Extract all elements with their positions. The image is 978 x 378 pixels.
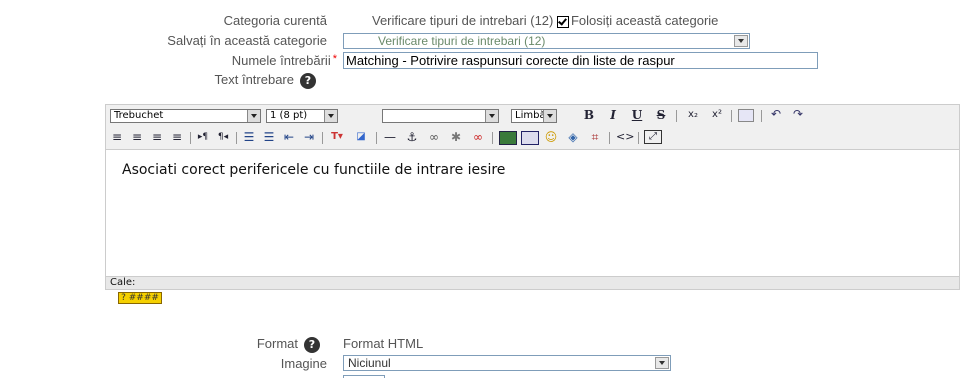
subscript-button[interactable]: x₂ xyxy=(684,108,702,122)
toolbar-divider xyxy=(236,132,237,144)
question-name-label: Numele întrebării * xyxy=(100,53,337,68)
editor-path-bar: Cale: xyxy=(105,277,960,290)
format-label-text: Format xyxy=(256,336,298,351)
unordered-list-icon[interactable]: ☰ xyxy=(262,130,276,144)
font-family-select[interactable]: Trebuchet xyxy=(110,109,261,123)
text-color-icon[interactable]: T▾ xyxy=(328,130,346,144)
rtl-icon[interactable]: ¶◂ xyxy=(216,130,230,144)
align-left-icon[interactable]: ≡ xyxy=(110,130,124,144)
link-icon[interactable]: ∞ xyxy=(426,130,442,144)
image-label: Imagine xyxy=(280,356,327,371)
format-label: Format? xyxy=(180,336,320,353)
insert-image-icon[interactable] xyxy=(499,131,517,145)
chevron-down-icon xyxy=(734,35,748,47)
language-value: Limbă xyxy=(515,110,546,121)
help-icon[interactable]: ? xyxy=(304,336,320,353)
toolbar-divider xyxy=(761,110,762,122)
align-center-icon[interactable]: ≡ xyxy=(130,130,144,144)
indent-icon[interactable]: ⇥ xyxy=(302,130,316,144)
spellcheck-icon[interactable]: ⌗ xyxy=(587,130,603,144)
chevron-down-icon xyxy=(485,110,498,122)
background-color-icon[interactable]: ◪ xyxy=(352,130,370,144)
underline-button[interactable]: U xyxy=(630,108,644,122)
question-name-label-text: Numele întrebării xyxy=(231,53,331,68)
question-text-label-text: Text întrebare xyxy=(214,72,295,87)
use-category-label: Folosiți această categorie xyxy=(570,13,719,28)
toolbar-divider xyxy=(322,132,323,144)
superscript-button[interactable]: x² xyxy=(708,108,726,122)
required-marker: * xyxy=(332,53,337,65)
clean-word-icon[interactable] xyxy=(738,109,754,122)
font-size-value: 1 (8 pt) xyxy=(270,110,308,121)
question-name-input[interactable]: Matching - Potrivire raspunsuri corecte … xyxy=(343,52,818,69)
question-text-editor[interactable]: Asociati corect perifericele cu functiil… xyxy=(105,149,960,277)
language-select[interactable]: Limbă xyxy=(511,109,557,123)
nolink-icon[interactable]: ✱ xyxy=(448,130,464,144)
outdent-icon[interactable]: ⇤ xyxy=(282,130,296,144)
editor-content[interactable]: Asociati corect perifericele cu functiil… xyxy=(122,162,505,178)
format-value: Format HTML xyxy=(343,336,424,351)
current-category-label: Categoria curentă xyxy=(223,13,327,28)
align-justify-icon[interactable]: ≡ xyxy=(170,130,184,144)
toolbar-divider xyxy=(731,110,732,122)
toolbar-divider xyxy=(676,110,677,122)
save-in-category-value: Verificare tipuri de intrebari (12) xyxy=(378,34,546,48)
help-icon[interactable]: ? xyxy=(300,72,316,89)
font-family-value: Trebuchet xyxy=(114,110,164,121)
strikethrough-button[interactable]: S xyxy=(654,108,668,122)
current-category-value: Verificare tipuri de intrebari (12) Folo… xyxy=(372,13,718,28)
image-select[interactable]: Niciunul xyxy=(343,355,671,371)
image-value: Niciunul xyxy=(348,356,391,370)
toolbar-divider xyxy=(492,132,493,144)
use-category-checkbox[interactable] xyxy=(556,15,569,28)
save-in-category-label: Salvați în această categorie xyxy=(167,33,327,48)
fullscreen-icon[interactable]: ⤢ xyxy=(644,130,662,144)
editor-toolbar: Trebuchet 1 (8 pt) Limbă B I U S x₂ x² ↶… xyxy=(105,104,960,149)
unlink-icon[interactable]: ∞ xyxy=(470,130,486,144)
toolbar-divider xyxy=(190,132,191,144)
italic-button[interactable]: I xyxy=(606,108,620,122)
horizontal-rule-icon[interactable]: — xyxy=(382,130,398,144)
chevron-down-icon xyxy=(655,357,669,369)
chevron-down-icon xyxy=(247,110,260,122)
special-char-icon[interactable]: ◈ xyxy=(565,130,581,144)
html-source-button[interactable]: <> xyxy=(616,130,634,144)
current-category-text: Verificare tipuri de intrebari (12) xyxy=(372,13,554,28)
style-select[interactable] xyxy=(382,109,499,123)
chevron-down-icon xyxy=(543,110,556,122)
next-row-label-partial xyxy=(107,374,327,378)
editor-help-button[interactable]: ? #### xyxy=(118,292,162,304)
bold-button[interactable]: B xyxy=(582,108,596,122)
save-in-category-select[interactable]: Verificare tipuri de intrebari (12) xyxy=(343,33,750,49)
ltr-icon[interactable]: ▸¶ xyxy=(196,130,210,144)
redo-button[interactable]: ↷ xyxy=(790,107,806,121)
chevron-down-icon xyxy=(324,110,337,122)
ordered-list-icon[interactable]: ☰ xyxy=(242,130,256,144)
font-size-select[interactable]: 1 (8 pt) xyxy=(266,109,338,123)
toolbar-divider xyxy=(609,132,610,144)
smiley-icon[interactable]: ☺ xyxy=(543,130,559,144)
insert-table-icon[interactable] xyxy=(521,131,539,145)
toolbar-divider xyxy=(376,132,377,144)
toolbar-divider xyxy=(638,132,639,144)
anchor-icon[interactable]: ⚓ xyxy=(404,130,420,144)
undo-button[interactable]: ↶ xyxy=(768,107,784,121)
align-right-icon[interactable]: ≡ xyxy=(150,130,164,144)
question-text-label: Text întrebare? xyxy=(100,72,316,89)
